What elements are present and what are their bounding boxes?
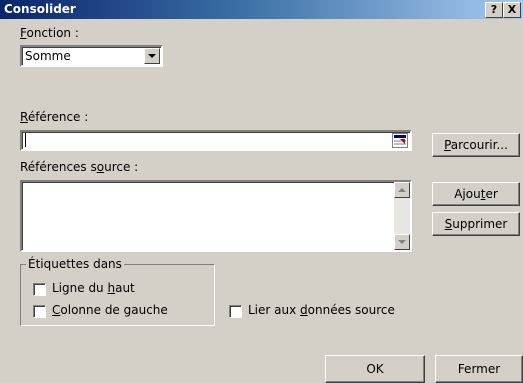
labels-group-legend: Étiquettes dans xyxy=(26,257,124,271)
text-cursor xyxy=(25,133,26,147)
browse-button-post: arcourir... xyxy=(450,138,508,152)
delete-button[interactable]: Supprimer xyxy=(432,212,520,236)
top-row-label-pre: Ligne du xyxy=(52,281,108,295)
scroll-up-icon[interactable] xyxy=(394,182,410,198)
title-bar: Consolider ? X xyxy=(0,0,523,19)
source-refs-list[interactable] xyxy=(20,180,412,252)
link-source-label: Lier aux données source xyxy=(248,303,395,317)
chevron-down-icon[interactable] xyxy=(144,48,160,64)
link-source-label-accel: d xyxy=(300,303,308,317)
link-source-checkbox[interactable] xyxy=(229,305,242,318)
reference-input[interactable] xyxy=(20,130,412,151)
add-button-post: er xyxy=(485,187,498,201)
browse-button[interactable]: Parcourir... xyxy=(432,133,520,157)
window-title: Consolider xyxy=(4,2,76,16)
add-button-pre: Ajou xyxy=(454,187,481,201)
reference-label-post: éférence : xyxy=(27,110,89,124)
link-source-label-pre: Lier aux xyxy=(248,303,301,317)
function-label: Fonction : xyxy=(20,26,79,40)
source-refs-label-accel: o xyxy=(96,160,105,174)
top-row-label-post: aut xyxy=(115,281,135,295)
top-row-checkbox[interactable] xyxy=(33,283,46,296)
function-label-post: onction : xyxy=(26,26,79,40)
top-row-label: Ligne du haut xyxy=(52,281,135,295)
left-column-label-post: olonne de gauche xyxy=(60,303,168,317)
browse-button-accel: P xyxy=(444,138,451,152)
source-refs-label-pre: Références s xyxy=(20,160,97,174)
collapse-dialog-icon[interactable] xyxy=(392,133,408,148)
ok-button[interactable]: OK xyxy=(325,355,425,383)
reference-label: Référence : xyxy=(20,110,88,124)
left-column-checkbox[interactable] xyxy=(33,305,46,318)
source-refs-label-post: urce : xyxy=(104,160,139,174)
help-button[interactable]: ? xyxy=(485,2,503,18)
cancel-button[interactable]: Fermer xyxy=(435,355,523,383)
function-select-value: Somme xyxy=(25,49,71,63)
close-button[interactable]: X xyxy=(503,2,521,18)
link-source-label-post: onnées source xyxy=(307,303,395,317)
top-row-label-accel: h xyxy=(107,281,116,295)
left-column-label: Colonne de gauche xyxy=(52,303,168,317)
add-button[interactable]: Ajouter xyxy=(432,182,520,206)
function-select[interactable]: Somme xyxy=(20,45,163,67)
reference-label-accel: R xyxy=(20,110,28,124)
source-refs-label: Références source : xyxy=(20,160,138,174)
delete-button-post: upprimer xyxy=(452,217,508,231)
scroll-down-icon[interactable] xyxy=(394,234,410,250)
scrollbar[interactable] xyxy=(394,182,410,250)
